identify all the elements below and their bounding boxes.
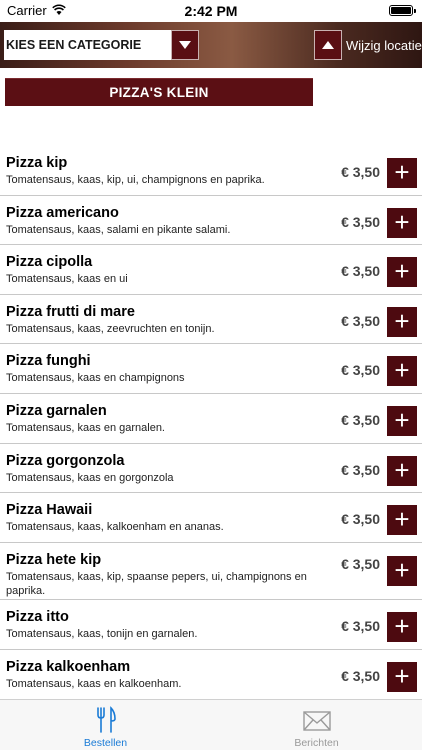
add-to-cart-button[interactable]: + (387, 612, 417, 643)
add-to-cart-button[interactable]: + (387, 158, 417, 188)
menu-item: Pizza kip Tomatensaus, kaas, kip, ui, ch… (0, 146, 422, 196)
tab-berichten[interactable]: Berichten (211, 700, 422, 750)
battery-icon (389, 5, 416, 16)
menu-item: Pizza Hawaii Tomatensaus, kaas, kalkoenh… (0, 493, 422, 543)
item-name: Pizza itto (6, 609, 69, 626)
category-select[interactable]: KIES EEN CATEGORIE (4, 30, 199, 60)
item-price: € 3,50 (341, 667, 380, 684)
item-name: Pizza frutti di mare (6, 303, 135, 320)
item-price: € 3,50 (341, 263, 380, 280)
item-description: Tomatensaus, kaas en champignons (6, 372, 185, 385)
tab-bestellen[interactable]: Bestellen (0, 700, 211, 750)
tab-label: Bestellen (83, 737, 128, 749)
add-to-cart-button[interactable]: + (387, 455, 417, 486)
header-bar: KIES EEN CATEGORIE Wijzig locatie (0, 22, 422, 68)
item-price: € 3,50 (341, 164, 380, 180)
item-description: Tomatensaus, kaas en ui (6, 273, 128, 286)
menu-list: Pizza kip Tomatensaus, kaas, kip, ui, ch… (0, 146, 422, 700)
tab-bar: Bestellen Berichten (0, 699, 422, 750)
status-bar: Carrier 2:42 PM (0, 0, 422, 22)
item-price: € 3,50 (341, 362, 380, 379)
item-description: Tomatensaus, kaas, salami en pikante sal… (6, 223, 231, 236)
tab-label: Berichten (294, 737, 339, 749)
menu-item: Pizza hete kip Tomatensaus, kaas, kip, s… (0, 543, 422, 601)
add-to-cart-button[interactable]: + (387, 555, 417, 586)
add-to-cart-button[interactable]: + (387, 661, 417, 692)
item-description: Tomatensaus, kaas, kip, ui, champignons … (6, 174, 265, 186)
item-name: Pizza kip (6, 155, 68, 171)
item-description: Tomatensaus, kaas, tonijn en garnalen. (6, 628, 198, 641)
menu-item: Pizza itto Tomatensaus, kaas, tonijn en … (0, 600, 422, 650)
fork-knife-icon (96, 706, 116, 733)
item-description: Tomatensaus, kaas, kip, spaanse pepers, … (6, 570, 307, 597)
menu-item: Pizza cipolla Tomatensaus, kaas en ui € … (0, 245, 422, 295)
item-price: € 3,50 (341, 511, 380, 528)
menu-item: Pizza americano Tomatensaus, kaas, salam… (0, 196, 422, 246)
item-name: Pizza Hawaii (6, 502, 93, 519)
add-to-cart-button[interactable]: + (387, 505, 417, 536)
category-dropdown-button[interactable] (171, 30, 199, 60)
menu-item: Pizza kalkoenham Tomatensaus, kaas en ka… (0, 650, 422, 700)
item-name: Pizza cipolla (6, 254, 93, 271)
add-to-cart-button[interactable]: + (387, 306, 417, 337)
section-title: PIZZA'S KLEIN (5, 78, 313, 106)
item-description: Tomatensaus, kaas en garnalen. (6, 421, 165, 434)
add-to-cart-button[interactable]: + (387, 257, 417, 288)
category-select-value: KIES EEN CATEGORIE (4, 30, 171, 60)
item-price: € 3,50 (341, 555, 380, 572)
change-location-button[interactable]: Wijzig locatie (314, 30, 422, 60)
chevron-up-icon (322, 41, 334, 49)
menu-item: Pizza garnalen Tomatensaus, kaas en garn… (0, 394, 422, 444)
item-name: Pizza funghi (6, 353, 91, 370)
change-location-label: Wijzig locatie (346, 37, 422, 53)
add-to-cart-button[interactable]: + (387, 356, 417, 387)
item-description: Tomatensaus, kaas, kalkoenham en ananas. (6, 521, 224, 534)
item-price: € 3,50 (341, 411, 380, 428)
add-to-cart-button[interactable]: + (387, 405, 417, 436)
chevron-down-icon (179, 41, 191, 49)
item-name: Pizza americano (6, 204, 119, 221)
item-name: Pizza gorgonzola (6, 452, 125, 469)
item-name: Pizza kalkoenham (6, 658, 131, 675)
location-toggle[interactable] (314, 30, 342, 60)
menu-item: Pizza gorgonzola Tomatensaus, kaas en go… (0, 444, 422, 494)
add-to-cart-button[interactable]: + (387, 207, 417, 238)
item-description: Tomatensaus, kaas en gorgonzola (6, 471, 174, 484)
item-description: Tomatensaus, kaas en kalkoenham. (6, 677, 182, 690)
item-description: Tomatensaus, kaas, zeevruchten en tonijn… (6, 322, 215, 335)
menu-item: Pizza frutti di mare Tomatensaus, kaas, … (0, 295, 422, 345)
item-price: € 3,50 (341, 213, 380, 230)
item-price: € 3,50 (341, 312, 380, 329)
menu-item: Pizza funghi Tomatensaus, kaas en champi… (0, 344, 422, 394)
item-name: Pizza garnalen (6, 402, 107, 419)
status-time: 2:42 PM (184, 3, 238, 19)
item-price: € 3,50 (341, 618, 380, 635)
item-name: Pizza hete kip (6, 551, 102, 568)
item-price: € 3,50 (341, 461, 380, 478)
envelope-icon (302, 711, 331, 731)
